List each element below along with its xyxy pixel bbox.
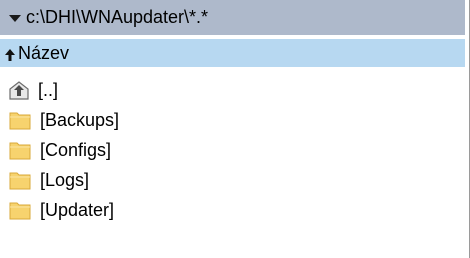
folder-icon — [8, 139, 32, 161]
list-item-folder[interactable]: [Logs] — [0, 165, 465, 195]
list-item-folder[interactable]: [Configs] — [0, 135, 465, 165]
file-name: [Configs] — [40, 140, 112, 160]
file-panel: c:\DHI\WNAupdater\*.* Název [..] [Backup… — [0, 0, 470, 258]
list-item-parent-dir[interactable]: [..] — [0, 75, 465, 105]
list-item-folder[interactable]: [Updater] — [0, 195, 465, 225]
file-name: [..] — [38, 80, 59, 100]
current-path: c:\DHI\WNAupdater\*.* — [26, 7, 209, 27]
history-dropdown-icon[interactable] — [6, 9, 24, 27]
column-header-name[interactable]: Název — [0, 38, 465, 68]
folder-icon — [8, 109, 32, 131]
parent-folder-icon — [8, 79, 30, 101]
folder-icon — [8, 199, 32, 221]
file-name: [Backups] — [40, 110, 120, 130]
list-item-folder[interactable]: [Backups] — [0, 105, 465, 135]
folder-icon — [8, 169, 32, 191]
file-name: [Logs] — [40, 170, 90, 190]
column-header-label: Název — [18, 42, 70, 63]
path-bar[interactable]: c:\DHI\WNAupdater\*.* — [0, 0, 465, 36]
file-name: [Updater] — [40, 200, 115, 220]
sort-ascending-icon — [4, 46, 16, 61]
file-list: [..] [Backups] [Configs] [Logs] [Updater… — [0, 75, 465, 225]
